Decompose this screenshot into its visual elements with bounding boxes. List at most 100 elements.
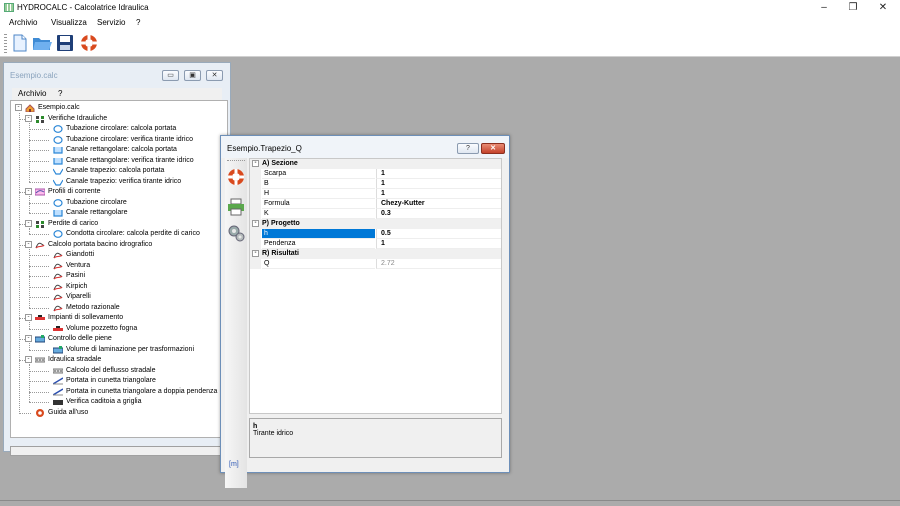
tree-node[interactable]: - Profili di corrente (11, 187, 227, 197)
category-collapse[interactable]: - (252, 220, 259, 227)
tree-expander[interactable]: - (25, 114, 32, 122)
tree-expander[interactable]: - (25, 356, 32, 363)
property-row[interactable]: Scarpa 1 (250, 169, 501, 179)
tree-leaf[interactable]: Ventura (11, 261, 227, 271)
property-row[interactable]: Formula Chezy-Kutter (250, 199, 501, 209)
tree-expander[interactable]: - (15, 104, 22, 111)
property-grid[interactable]: - A) Sezione Scarpa 1 B 1 H 1 Formula Chezy-Kutte… (249, 158, 502, 414)
tree-node[interactable]: - Esempio.calc (11, 103, 227, 113)
property-row[interactable]: K 0.3 (250, 209, 501, 219)
restore-button[interactable]: ❐ (840, 1, 866, 15)
tree-restore-button[interactable]: ▣ (184, 70, 201, 81)
property-name[interactable]: Q (262, 259, 375, 269)
tree-leaf[interactable]: Tubazione circolare (11, 198, 227, 208)
category-header[interactable]: - R) Risultati (250, 249, 501, 259)
tree-node[interactable]: - Idraulica stradale (11, 355, 227, 365)
property-name[interactable]: B (262, 179, 375, 189)
tree-leaf[interactable]: Canale rettangolare: calcola portata (11, 145, 227, 155)
printer-icon[interactable] (227, 198, 245, 216)
tree-node[interactable]: - Impianti di sollevamento (11, 313, 227, 323)
tree-expander[interactable]: - (25, 219, 32, 227)
tree-leaf[interactable]: Tubazione circolare: calcola portata (11, 124, 227, 134)
tree-leaf[interactable]: Canale trapezio: calcola portata (11, 166, 227, 176)
tree-leaf[interactable]: Viparelli (11, 292, 227, 302)
minimize-button[interactable]: – (811, 1, 837, 15)
save-file-button[interactable] (55, 33, 75, 53)
category-collapse[interactable]: - (252, 250, 259, 257)
tree-node[interactable]: - Calcolo portata bacino idrografico (11, 240, 227, 250)
tree-close-button[interactable]: ✕ (206, 70, 223, 81)
property-value[interactable]: Chezy-Kutter (376, 199, 501, 209)
tree-leaf[interactable]: Condotta circolare: calcola perdite di c… (11, 229, 227, 239)
category-collapse[interactable]: - (252, 160, 259, 167)
tree-leaf[interactable]: Portata in cunetta triangolare a doppia … (11, 387, 227, 397)
tree-view[interactable]: - Esempio.calc - Verifiche Idrauliche Tubazi… (10, 100, 228, 438)
tree-node[interactable]: - Verifiche Idrauliche (11, 114, 227, 124)
tree-label: Canale rettangolare (66, 209, 128, 216)
property-value[interactable]: 1 (376, 239, 501, 249)
tree-leaf[interactable]: Verifica caditoia a griglia (11, 397, 227, 407)
property-value[interactable]: 0.5 (376, 229, 501, 239)
tree-connector (29, 286, 49, 288)
toolbar-grip[interactable] (4, 33, 7, 53)
tree-expander[interactable]: - (25, 240, 32, 248)
tree-menu-help[interactable]: ? (58, 89, 62, 98)
property-row[interactable]: B1 (250, 179, 501, 189)
hydrograph-icon (53, 294, 63, 301)
tree-leaf[interactable]: Canale rettangolare (11, 208, 227, 218)
tree-leaf[interactable]: Kirpich (11, 282, 227, 292)
tree-connector (29, 276, 49, 277)
category-header[interactable]: - P) Progetto (250, 219, 501, 229)
tree-expander[interactable]: - (25, 314, 32, 321)
tree-leaf[interactable]: Portata in cunetta triangolare (11, 376, 227, 386)
property-row[interactable]: Q 2.72 (250, 259, 501, 269)
menu-archivio[interactable]: Archivio (9, 18, 37, 27)
property-close-button[interactable]: ✕ (481, 143, 505, 154)
tree-leaf[interactable]: Volume pozzetto fogna (11, 324, 227, 334)
tree-leaf[interactable]: Canale rettangolare: verifica tirante id… (11, 156, 227, 166)
rectangular-channel-icon (53, 210, 63, 217)
property-name[interactable]: Pendenza (262, 239, 375, 249)
menu-visualizza[interactable]: Visualizza (51, 18, 87, 27)
tree-leaf[interactable]: Canale trapezio: verifica tirante idrico (11, 177, 227, 187)
gears-icon[interactable] (227, 224, 245, 242)
property-row[interactable]: H1 (250, 189, 501, 199)
tree-node[interactable]: - Perdite di carico (11, 219, 227, 229)
tree-node[interactable]: Guida all'uso (11, 408, 227, 418)
property-row[interactable]: h 0.5 (250, 229, 501, 239)
close-button[interactable]: ✕ (870, 1, 896, 15)
tree-label: Verifica caditoia a griglia (66, 398, 142, 405)
lifebuoy-icon[interactable] (227, 168, 245, 186)
property-name[interactable]: K (262, 209, 375, 219)
tree-menu-archivio[interactable]: Archivio (18, 89, 46, 98)
property-help-button[interactable]: ? (457, 143, 479, 154)
new-file-button[interactable] (10, 33, 30, 53)
tree-expander[interactable]: - (25, 335, 32, 342)
property-value[interactable]: 1 (376, 169, 501, 179)
tree-node[interactable]: - Controllo delle piene (11, 334, 227, 344)
tree-leaf[interactable]: Giandotti (11, 250, 227, 260)
tree-leaf[interactable]: Calcolo del deflusso stradale (11, 366, 227, 376)
tree-leaf[interactable]: Volume di laminazione per trasformazioni (11, 345, 227, 355)
property-name[interactable]: Formula (262, 199, 375, 209)
menu-servizio[interactable]: Servizio (97, 18, 125, 27)
tree-leaf[interactable]: Metodo razionale (11, 303, 227, 313)
property-name[interactable]: H (262, 189, 375, 199)
help-button[interactable] (79, 33, 99, 53)
property-name[interactable]: h (262, 229, 375, 239)
property-name[interactable]: Scarpa (262, 169, 375, 179)
property-row[interactable]: Pendenza 1 (250, 239, 501, 249)
tree-leaf[interactable]: Pasini (11, 271, 227, 281)
tree-minimize-button[interactable]: ▭ (162, 70, 179, 81)
menu-help[interactable]: ? (136, 18, 140, 27)
property-value[interactable]: 1 (376, 179, 501, 189)
tree-leaf[interactable]: Tubazione circolare: verifica tirante id… (11, 135, 227, 145)
property-value[interactable]: 0.3 (376, 209, 501, 219)
tree-expander[interactable]: - (25, 188, 32, 195)
property-value[interactable]: 1 (376, 189, 501, 199)
gutter-slope-icon (53, 387, 63, 396)
category-header[interactable]: - A) Sezione (250, 159, 501, 169)
open-file-button[interactable] (32, 33, 52, 53)
tree-label: Volume pozzetto fogna (66, 324, 138, 332)
tree-label: Tubazione circolare (66, 198, 127, 206)
